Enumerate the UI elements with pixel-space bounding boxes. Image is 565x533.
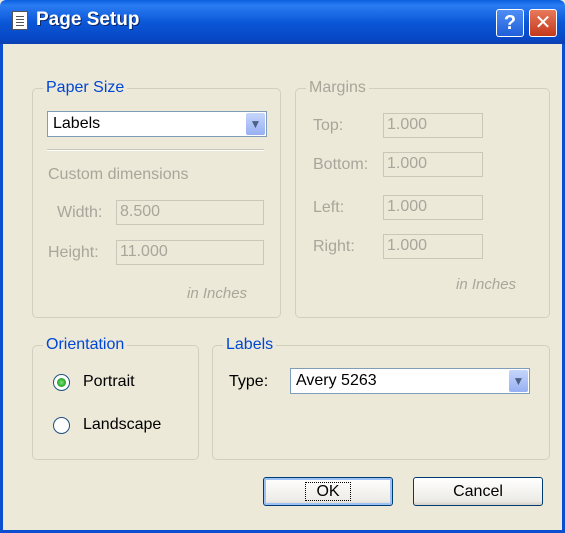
margin-bottom-field[interactable]: 1.000 bbox=[383, 152, 483, 177]
labels-group: Labels bbox=[212, 336, 550, 460]
orientation-group-label: Orientation bbox=[43, 336, 128, 354]
window-title: Page Setup bbox=[36, 9, 140, 30]
type-label: Type: bbox=[229, 373, 269, 390]
help-button[interactable]: ? bbox=[496, 9, 524, 37]
width-label: Width: bbox=[57, 204, 103, 221]
landscape-label[interactable]: Landscape bbox=[83, 416, 161, 434]
radio-selected-dot bbox=[57, 378, 66, 387]
margin-right-field[interactable]: 1.000 bbox=[383, 234, 483, 259]
margins-unit-label: in Inches bbox=[456, 276, 517, 293]
divider bbox=[47, 149, 264, 151]
landscape-radio[interactable] bbox=[53, 417, 70, 434]
margin-bottom-label: Bottom: bbox=[313, 156, 369, 173]
close-button[interactable]: ✕ bbox=[529, 9, 557, 37]
paper-unit-label: in Inches bbox=[187, 285, 248, 302]
ok-button-label: OK bbox=[305, 482, 351, 501]
paper-size-group-label: Paper Size bbox=[43, 79, 128, 97]
margin-left-label: Left: bbox=[313, 199, 345, 216]
label-type-select[interactable]: Avery 5263 ▼ bbox=[290, 368, 530, 394]
chevron-down-icon[interactable]: ▼ bbox=[509, 370, 528, 392]
label-type-value: Avery 5263 bbox=[296, 372, 377, 389]
margins-group-label: Margins bbox=[306, 79, 369, 97]
margin-right-label: Right: bbox=[313, 238, 355, 255]
height-field[interactable]: 11.000 bbox=[116, 240, 264, 265]
margin-top-field[interactable]: 1.000 bbox=[383, 113, 483, 138]
height-label: Height: bbox=[48, 244, 99, 261]
portrait-radio[interactable] bbox=[53, 374, 70, 391]
paper-size-select[interactable]: Labels ▼ bbox=[47, 111, 267, 137]
labels-group-label: Labels bbox=[223, 336, 277, 354]
ok-button[interactable]: OK bbox=[263, 477, 393, 506]
chevron-down-icon[interactable]: ▼ bbox=[246, 113, 265, 135]
orientation-group: Orientation bbox=[32, 336, 199, 460]
portrait-label[interactable]: Portrait bbox=[83, 373, 135, 391]
paper-size-value: Labels bbox=[53, 115, 101, 132]
custom-dimensions-label: Custom dimensions bbox=[48, 166, 189, 183]
title-bar[interactable]: Page Setup ? ✕ bbox=[0, 0, 565, 44]
margin-left-field[interactable]: 1.000 bbox=[383, 195, 483, 220]
width-field[interactable]: 8.500 bbox=[116, 200, 264, 225]
document-icon bbox=[12, 11, 28, 30]
cancel-button[interactable]: Cancel bbox=[413, 477, 543, 506]
margin-top-label: Top: bbox=[313, 117, 344, 134]
